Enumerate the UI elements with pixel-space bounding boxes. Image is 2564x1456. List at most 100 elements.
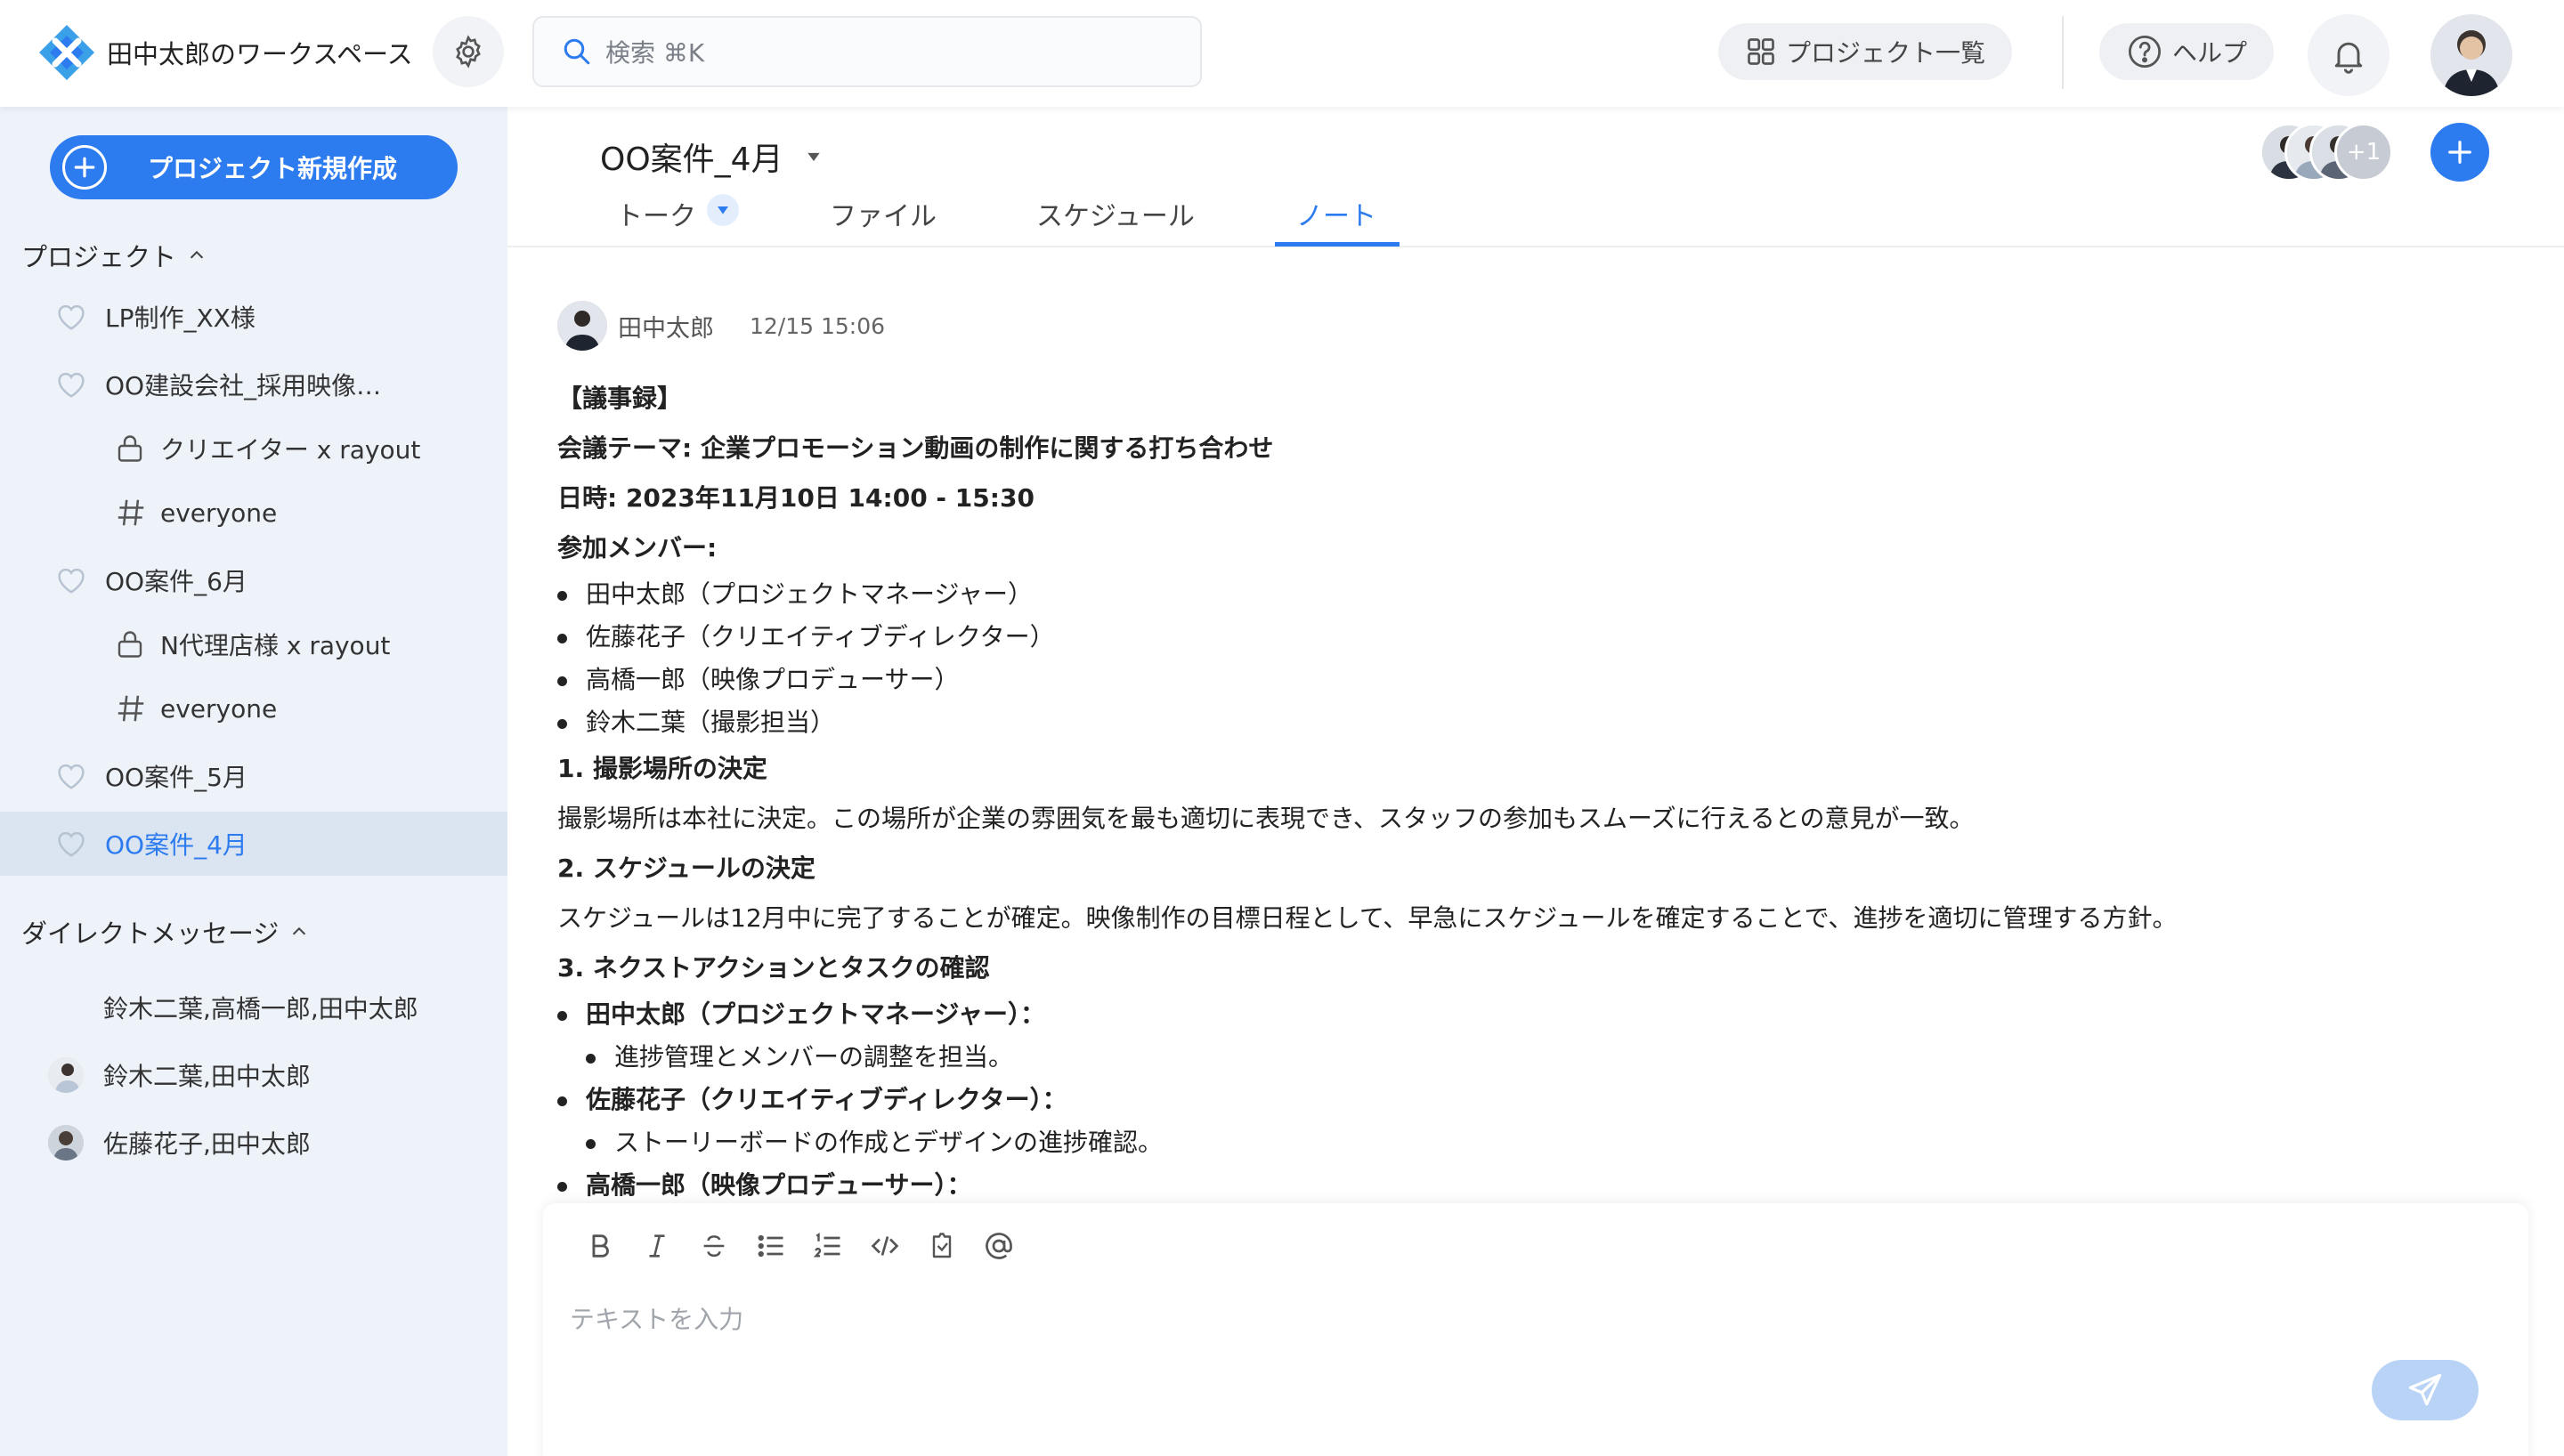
list-item: 佐藤花子（クリエイティブディレクター）: [557, 616, 2516, 659]
dm-item-label: 佐藤花子,田中太郎: [103, 1129, 311, 1159]
sidebar-item-construction[interactable]: OO建設会社_採用映像…: [0, 352, 507, 417]
tab-files[interactable]: ファイル: [830, 192, 937, 247]
top-header: 田中太郎のワークスペース 検索 ⌘K プロジェクト一覧 ヘルプ: [0, 0, 2564, 107]
sidebar-item-june[interactable]: OO案件_6月: [0, 548, 507, 612]
sidebar-item-label: OO案件_6月: [105, 567, 247, 596]
formatting-toolbar: [572, 1223, 1027, 1269]
tab-label: スケジュール: [1036, 201, 1195, 232]
tab-label: ノート: [1296, 201, 1376, 232]
numbered-list-icon[interactable]: [799, 1223, 856, 1269]
code-icon[interactable]: [856, 1223, 913, 1269]
heart-icon[interactable]: [53, 367, 89, 402]
dm-item-suzuki[interactable]: 鈴木二葉,田中太郎: [0, 1043, 507, 1107]
member-list: 田中太郎（プロジェクトマネージャー） 佐藤花子（クリエイティブディレクター） 高…: [557, 573, 2516, 744]
send-icon: [2408, 1373, 2442, 1406]
dm-item-sato[interactable]: 佐藤花子,田中太郎: [0, 1111, 507, 1175]
dm-section-toggle[interactable]: ダイレクトメッセージ: [21, 913, 309, 950]
help-button[interactable]: ヘルプ: [2099, 23, 2275, 80]
italic-icon[interactable]: [629, 1223, 686, 1269]
note-line: 会議テーマ: 企業プロモーション動画の制作に関する打ち合わせ: [557, 433, 1274, 463]
note-paragraph: スケジュールは12月中に完了することが確定。映像制作の目標日程として、早急にスケ…: [557, 903, 2178, 933]
search-box[interactable]: 検索 ⌘K: [532, 16, 1202, 87]
member-avatars[interactable]: +1: [2260, 123, 2393, 182]
workspace-settings-button[interactable]: [433, 16, 504, 87]
heart-icon[interactable]: [53, 758, 89, 794]
project-list-button[interactable]: プロジェクト一覧: [1718, 23, 2013, 80]
gear-icon: [456, 35, 481, 69]
channel-title-dropdown[interactable]: OO案件_4月: [600, 133, 823, 180]
dm-item-group[interactable]: 鈴木二葉,高橋一郎,田中太郎: [0, 975, 507, 1039]
sidebar-item-label: OO案件_5月: [105, 763, 247, 792]
sidebar-item-everyone-1[interactable]: everyone: [0, 481, 507, 545]
grid-icon: [1745, 36, 1777, 68]
new-project-button[interactable]: プロジェクト新規作成: [50, 135, 458, 199]
sidebar-item-creator-channel[interactable]: クリエイター x rayout: [0, 417, 507, 481]
member-overflow-badge: +1: [2334, 123, 2393, 182]
sidebar-item-april[interactable]: OO案件_4月: [0, 812, 507, 876]
avatar: [48, 1125, 84, 1161]
new-project-label: プロジェクト新規作成: [148, 154, 398, 183]
tab-label: ファイル: [830, 201, 937, 232]
tab-talk[interactable]: トーク: [616, 192, 739, 247]
active-tab-indicator: [1275, 242, 1400, 247]
help-icon: [2126, 33, 2163, 70]
message-input[interactable]: [570, 1292, 2350, 1346]
dm-item-label: 鈴木二葉,高橋一郎,田中太郎: [103, 994, 418, 1023]
tab-schedule[interactable]: スケジュール: [1036, 192, 1195, 247]
note-line: 【議事録】: [557, 384, 683, 413]
user-avatar-image: [2430, 14, 2512, 96]
bold-icon[interactable]: [572, 1223, 629, 1269]
clip-icon[interactable]: [913, 1223, 970, 1269]
list-item: 鈴木二葉（撮影担当）: [557, 701, 2516, 744]
list-item: 進捗管理とメンバーの調整を担当。: [557, 1036, 2516, 1079]
note-heading: 3. ネクストアクションとタスクの確認: [557, 953, 990, 983]
caret-down-icon[interactable]: [707, 194, 739, 226]
heart-icon[interactable]: [53, 299, 89, 335]
note-line: 日時: 2023年11月10日 14:00 - 15:30: [557, 483, 1035, 513]
strikethrough-icon[interactable]: [686, 1223, 742, 1269]
plus-icon: [62, 145, 107, 190]
note-heading: 1. 撮影場所の決定: [557, 754, 767, 783]
note-author: 田中太郎: [618, 314, 714, 343]
hash-icon: [114, 496, 148, 530]
heart-icon[interactable]: [53, 562, 89, 598]
heart-icon[interactable]: [53, 826, 89, 861]
hash-icon: [114, 692, 148, 725]
notifications-button[interactable]: [2308, 14, 2390, 96]
mention-icon[interactable]: [970, 1223, 1027, 1269]
projects-section-title: プロジェクト: [21, 242, 177, 272]
note-line: 参加メンバー:: [557, 533, 718, 562]
sidebar-item-lp[interactable]: LP制作_XX様: [0, 285, 507, 349]
task-list: 田中太郎（プロジェクトマネージャー）： 進捗管理とメンバーの調整を担当。 佐藤花…: [557, 993, 2516, 1207]
send-button[interactable]: [2372, 1360, 2479, 1420]
chevron-up-icon: [289, 922, 309, 942]
sidebar-item-label: everyone: [160, 693, 278, 724]
sidebar-item-everyone-2[interactable]: everyone: [0, 676, 507, 740]
workspace-name[interactable]: 田中太郎のワークスペース: [107, 34, 413, 71]
list-item: 田中太郎（プロジェクトマネージャー）: [557, 573, 2516, 616]
search-placeholder: 検索 ⌘K: [605, 38, 705, 68]
channel-title: OO案件_4月: [600, 142, 783, 178]
list-item: 佐藤花子（クリエイティブディレクター）：: [557, 1079, 2516, 1121]
main-panel: OO案件_4月 +1 トーク ファイル スケジュール ノート 田中太郎 12/1…: [507, 107, 2564, 1456]
lock-icon: [114, 433, 146, 465]
caret-down-icon: [805, 148, 823, 166]
plus-icon: [2448, 141, 2471, 164]
logo-icon[interactable]: [37, 23, 96, 82]
user-avatar[interactable]: [2430, 14, 2512, 96]
sidebar-item-may[interactable]: OO案件_5月: [0, 744, 507, 808]
bullet-list-icon[interactable]: [742, 1223, 799, 1269]
sidebar-item-agency-channel[interactable]: N代理店様 x rayout: [0, 612, 507, 676]
list-item: 田中太郎（プロジェクトマネージャー）：: [557, 993, 2516, 1036]
tab-notes[interactable]: ノート: [1296, 192, 1376, 247]
channel-tabs: トーク ファイル スケジュール ノート: [507, 192, 2564, 247]
tab-label: トーク: [616, 201, 696, 232]
bell-icon: [2334, 42, 2363, 74]
avatar: [557, 301, 607, 351]
list-item: 高橋一郎（映像プロデューサー）: [557, 659, 2516, 701]
projects-section-toggle[interactable]: プロジェクト: [21, 237, 207, 274]
sidebar-item-label: OO建設会社_採用映像…: [105, 371, 382, 400]
avatar: [48, 1057, 84, 1093]
note-meta: 田中太郎 12/15 15:06: [557, 301, 885, 351]
add-member-button[interactable]: [2430, 123, 2489, 182]
